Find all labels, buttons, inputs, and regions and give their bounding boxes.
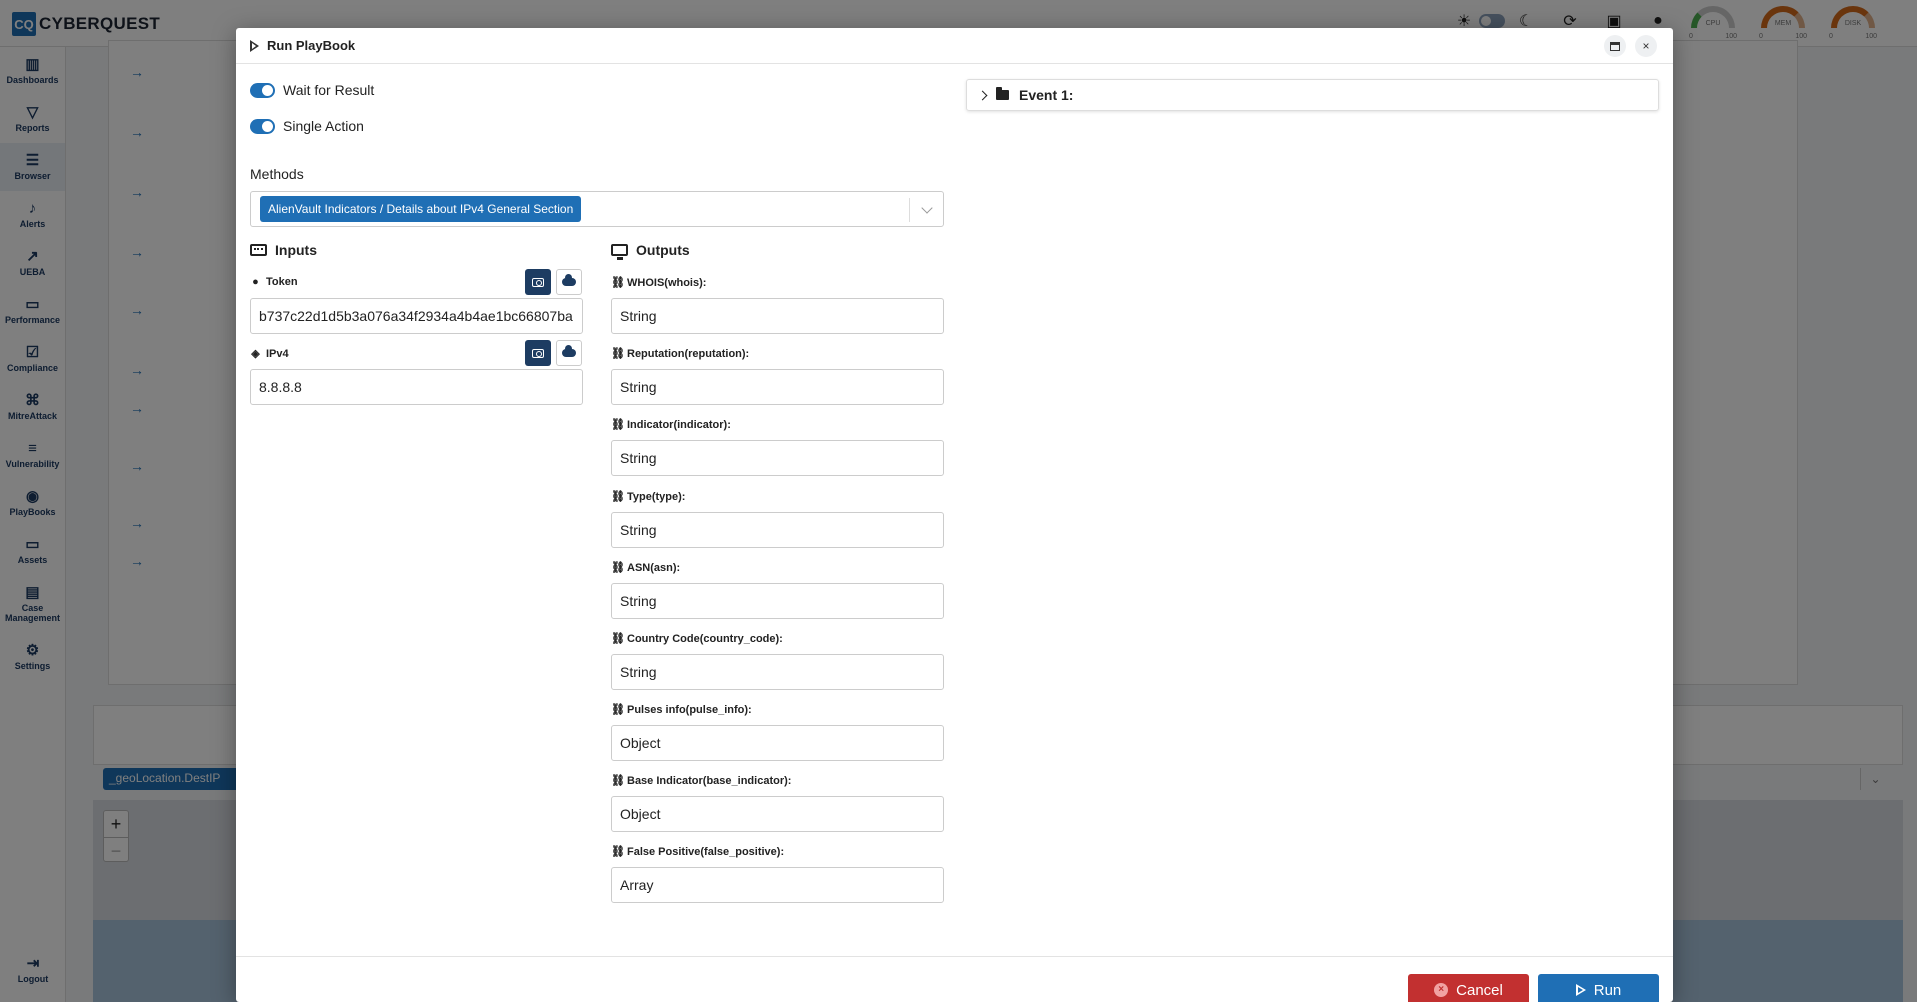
output-label: ⛓ ASN(asn): bbox=[611, 561, 681, 575]
cloud-icon bbox=[562, 274, 576, 286]
output-label: ⛓ Country Code(country_code): bbox=[611, 632, 783, 646]
close-button[interactable]: × bbox=[1635, 35, 1657, 57]
close-icon: × bbox=[1642, 39, 1650, 53]
maximize-icon bbox=[1610, 41, 1620, 51]
link-icon: ⛓ bbox=[611, 633, 625, 645]
cloud-button[interactable] bbox=[556, 269, 582, 295]
camera-icon bbox=[532, 277, 544, 287]
event-accordion[interactable]: Event 1: bbox=[966, 79, 1659, 111]
snapshot-button[interactable] bbox=[525, 340, 551, 366]
output-label: ⛓ WHOIS(whois): bbox=[611, 276, 707, 290]
modal-header: Run PlayBook × bbox=[236, 28, 1673, 64]
modal-title: Run PlayBook bbox=[250, 38, 355, 53]
wait-for-result-toggle[interactable] bbox=[250, 82, 275, 98]
wait-for-result-label: Wait for Result bbox=[283, 82, 375, 98]
output-field[interactable]: String bbox=[611, 654, 944, 690]
ipv4-input[interactable]: 8.8.8.8 bbox=[250, 369, 583, 405]
token-input[interactable]: b737c22d1d5b3a076a34f2934a4b4ae1bc66807b… bbox=[250, 298, 583, 334]
output-field[interactable]: String bbox=[611, 440, 944, 476]
play-icon bbox=[1575, 984, 1586, 996]
output-field[interactable]: String bbox=[611, 369, 944, 405]
chevron-right-icon bbox=[977, 90, 988, 100]
output-label: ⛓ False Positive(false_positive): bbox=[611, 845, 785, 859]
link-icon: ⛓ bbox=[611, 562, 625, 574]
output-field[interactable]: String bbox=[611, 583, 944, 619]
single-action-label: Single Action bbox=[283, 118, 364, 134]
output-label: ⛓ Type(type): bbox=[611, 490, 686, 504]
link-icon: ⛓ bbox=[611, 348, 625, 360]
play-icon bbox=[250, 39, 259, 52]
user-secret-icon: ● bbox=[252, 276, 259, 288]
output-label: ⛓ Indicator(indicator): bbox=[611, 418, 731, 432]
output-label: ⛓ Reputation(reputation): bbox=[611, 347, 750, 361]
token-label: ● Token bbox=[250, 276, 297, 288]
single-action-row: Single Action bbox=[250, 118, 364, 134]
maximize-button[interactable] bbox=[1604, 35, 1626, 57]
chevron-down-icon[interactable] bbox=[917, 200, 937, 220]
output-field[interactable]: Array bbox=[611, 867, 944, 903]
keyboard-icon bbox=[250, 244, 267, 256]
link-icon: ⛓ bbox=[611, 846, 625, 858]
camera-icon bbox=[532, 348, 544, 358]
ipv4-label: ◈ IPv4 bbox=[251, 347, 289, 361]
monitor-icon bbox=[611, 244, 628, 260]
output-field[interactable]: String bbox=[611, 298, 944, 334]
outputs-title: Outputs bbox=[611, 242, 690, 260]
folder-icon bbox=[996, 87, 1009, 100]
cancel-button[interactable]: × Cancel bbox=[1408, 974, 1529, 1002]
wait-for-result-row: Wait for Result bbox=[250, 82, 374, 98]
modal-footer: × Cancel Run bbox=[236, 956, 1673, 1002]
network-icon: ◈ bbox=[251, 348, 260, 360]
link-icon: ⛓ bbox=[611, 419, 625, 431]
methods-label: Methods bbox=[250, 166, 304, 182]
method-chip[interactable]: AlienVault Indicators / Details about IP… bbox=[260, 196, 582, 222]
output-field[interactable]: Object bbox=[611, 796, 944, 832]
link-icon: ⛓ bbox=[611, 277, 625, 289]
cloud-button[interactable] bbox=[556, 340, 582, 366]
link-icon: ⛓ bbox=[611, 491, 625, 503]
run-playbook-modal: Run PlayBook × Wait for Result Single Ac… bbox=[236, 28, 1673, 1002]
output-field[interactable]: Object bbox=[611, 725, 944, 761]
output-label: ⛓ Pulses info(pulse_info): bbox=[611, 703, 752, 717]
snapshot-button[interactable] bbox=[525, 269, 551, 295]
single-action-toggle[interactable] bbox=[250, 118, 275, 134]
link-icon: ⛓ bbox=[611, 704, 625, 716]
run-button[interactable]: Run bbox=[1538, 974, 1659, 1002]
cloud-icon bbox=[562, 345, 576, 357]
link-icon: ⛓ bbox=[611, 775, 625, 787]
select-separator bbox=[909, 198, 910, 222]
methods-select[interactable]: AlienVault Indicators / Details about IP… bbox=[250, 191, 944, 227]
output-label: ⛓ Base Indicator(base_indicator): bbox=[611, 774, 792, 788]
event-label: Event 1: bbox=[1019, 87, 1074, 103]
output-field[interactable]: String bbox=[611, 512, 944, 548]
inputs-title: Inputs bbox=[250, 242, 317, 258]
cancel-icon: × bbox=[1434, 983, 1449, 997]
